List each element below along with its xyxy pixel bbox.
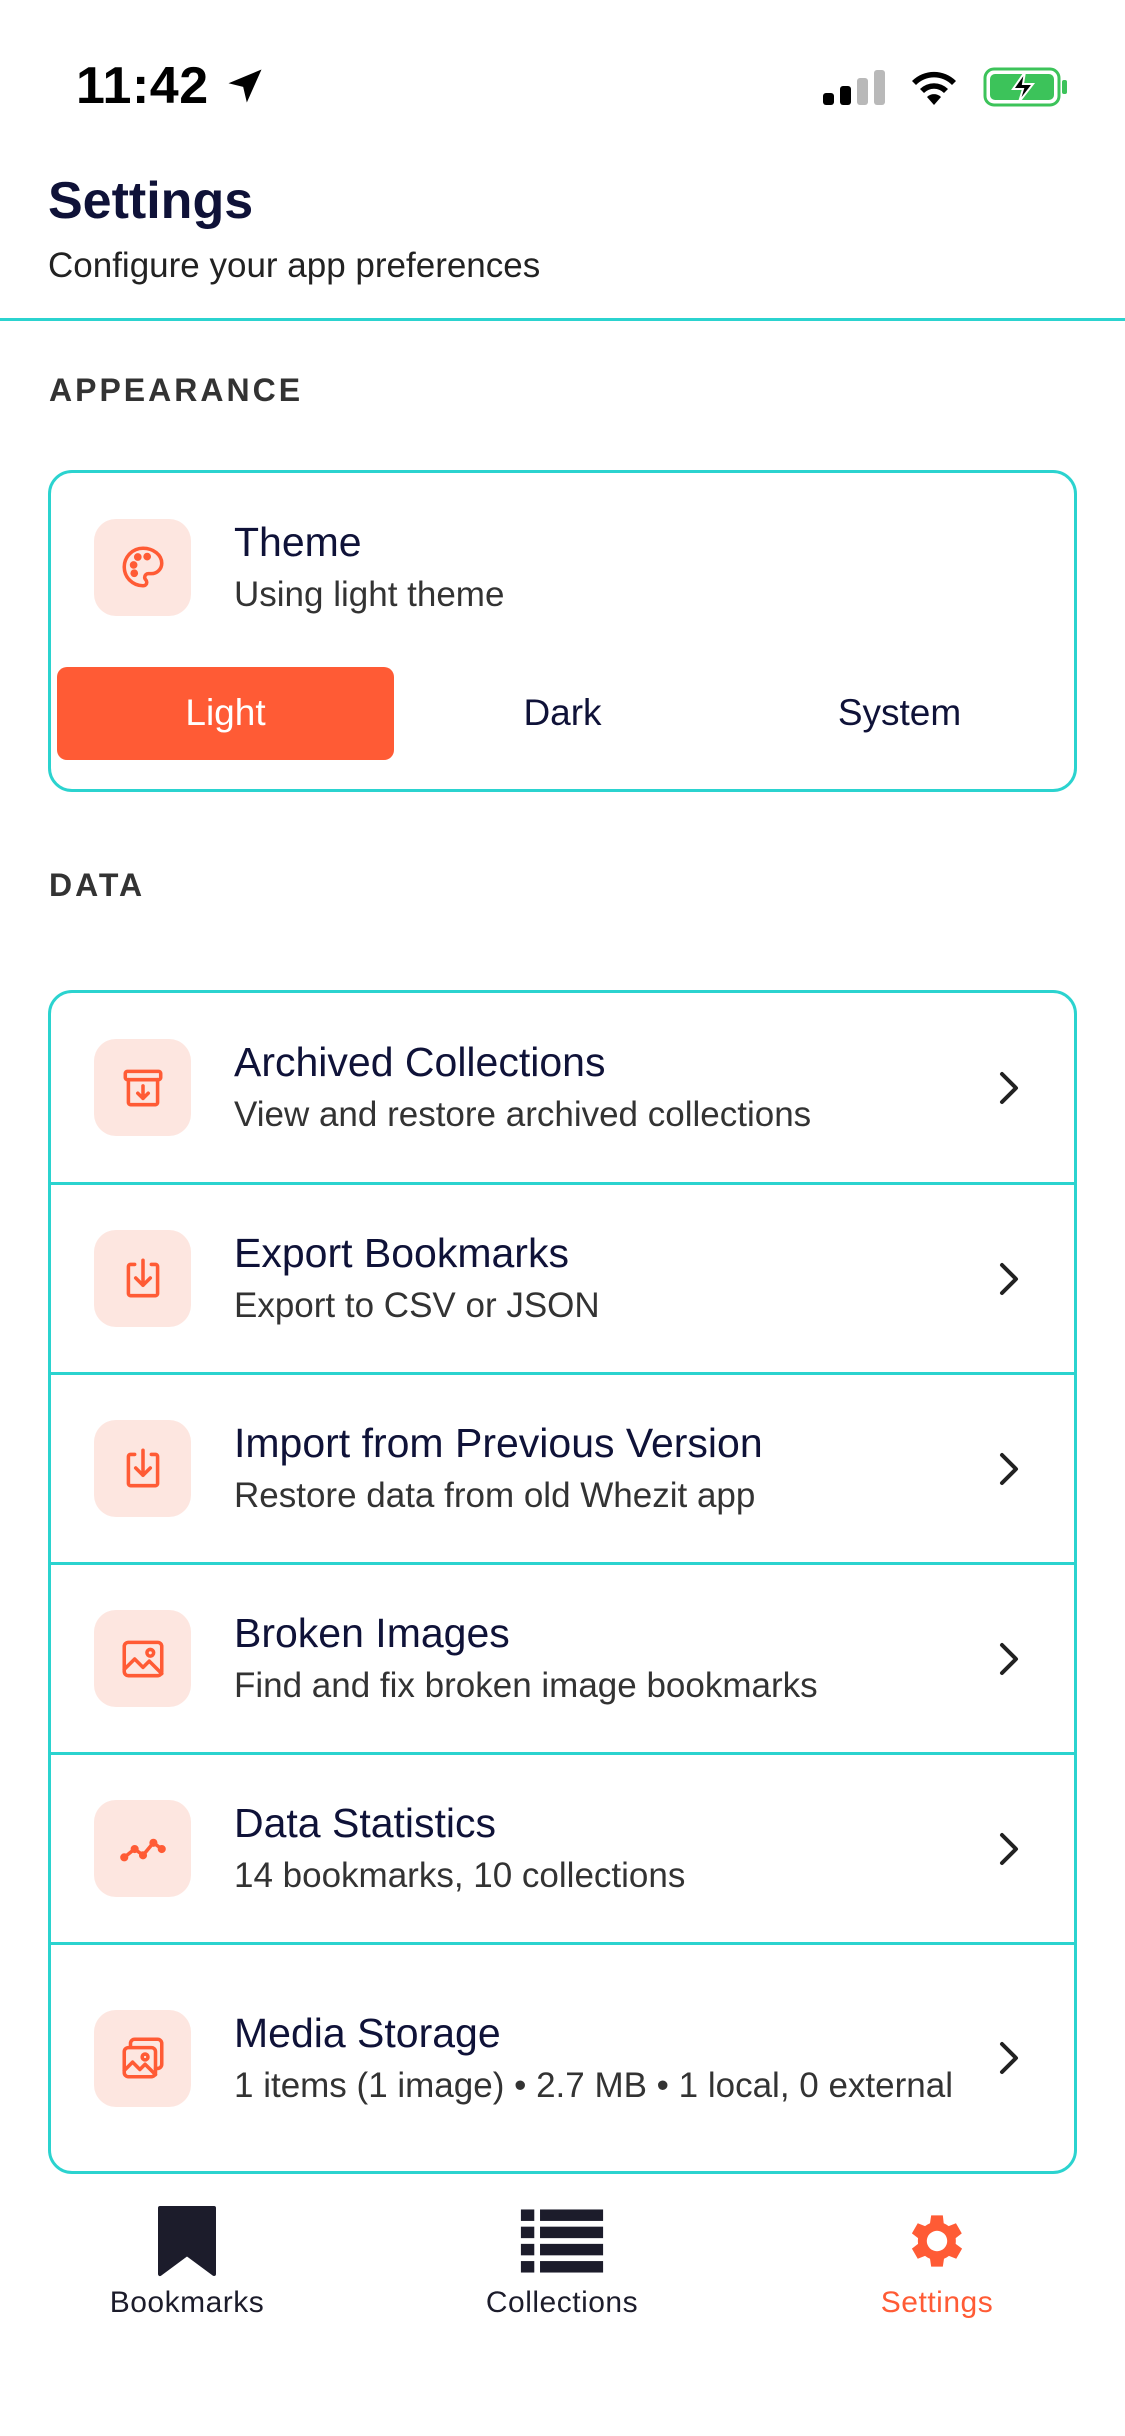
images-icon xyxy=(121,2037,164,2079)
row-broken-images[interactable]: Broken Images Find and fix broken image … xyxy=(51,1562,1074,1752)
row-text: Import from Previous Version Restore dat… xyxy=(234,1419,1074,1518)
chevron-right-icon xyxy=(1000,1452,1018,1485)
row-import-previous-version[interactable]: Import from Previous Version Restore dat… xyxy=(51,1372,1074,1562)
theme-option-dark[interactable]: Dark xyxy=(394,667,731,760)
status-time: 11:42 xyxy=(76,57,209,115)
row-subtitle: 14 bookmarks, 10 collections xyxy=(234,1856,686,1896)
status-time-group: 11:42 xyxy=(76,56,267,116)
status-indicators xyxy=(823,66,1069,108)
row-subtitle: Export to CSV or JSON xyxy=(234,1286,600,1326)
row-title: Media Storage xyxy=(234,2009,501,2056)
location-arrow-icon xyxy=(228,69,262,103)
data-card: Archived Collections View and restore ar… xyxy=(48,990,1077,2174)
theme-card: Theme Using light theme Light Dark Syste… xyxy=(48,470,1077,792)
chevron-right-icon xyxy=(1000,1832,1018,1865)
row-title: Export Bookmarks xyxy=(234,1230,569,1277)
cellular-signal-icon xyxy=(823,69,885,105)
row-text: Broken Images Find and fix broken image … xyxy=(234,1609,1074,1708)
row-subtitle: Find and fix broken image bookmarks xyxy=(234,1666,818,1706)
row-title: Data Statistics xyxy=(234,1800,497,1847)
chevron-right-icon xyxy=(1000,1071,1018,1104)
row-subtitle: 1 items (1 image) • 2.7 MB • 1 local, 0 … xyxy=(234,2065,953,2105)
wifi-icon xyxy=(912,71,956,105)
header-divider xyxy=(0,318,1125,321)
theme-title: Theme xyxy=(234,519,362,565)
broken-images-icon-box xyxy=(94,1610,191,1707)
page-header: Settings Configure your app preferences xyxy=(48,170,1078,286)
image-icon xyxy=(121,1640,164,1677)
row-export-bookmarks[interactable]: Export Bookmarks Export to CSV or JSON xyxy=(51,1182,1074,1372)
row-title: Broken Images xyxy=(234,1610,510,1657)
row-subtitle: View and restore archived collections xyxy=(234,1095,812,1135)
theme-option-system[interactable]: System xyxy=(731,667,1068,760)
theme-text: Theme Using light theme xyxy=(234,518,1074,617)
section-label-appearance: APPEARANCE xyxy=(49,372,304,408)
download-icon xyxy=(126,1447,159,1487)
page-title: Settings xyxy=(48,172,254,230)
row-data-statistics[interactable]: Data Statistics 14 bookmarks, 10 collect… xyxy=(51,1752,1074,1942)
settings-screen: 11:42 Settings Configure your app prefer… xyxy=(0,0,1125,2436)
row-text: Data Statistics 14 bookmarks, 10 collect… xyxy=(234,1799,1074,1898)
chevron-right-icon xyxy=(1000,1262,1018,1295)
tab-label: Bookmarks xyxy=(109,2286,265,2319)
chevron-right-icon xyxy=(1000,1642,1018,1675)
row-title: Archived Collections xyxy=(234,1039,606,1086)
tab-bookmarks[interactable]: Bookmarks xyxy=(37,2190,337,2320)
row-text: Export Bookmarks Export to CSV or JSON xyxy=(234,1229,1074,1328)
status-bar: 11:42 xyxy=(0,0,1125,150)
row-title: Import from Previous Version xyxy=(234,1420,763,1467)
gear-icon xyxy=(911,2215,963,2267)
media-storage-icon-box xyxy=(94,2009,191,2107)
list-icon xyxy=(520,2209,604,2273)
bookmark-icon xyxy=(158,2206,216,2276)
section-label-data: DATA xyxy=(49,867,146,903)
chevron-right-icon xyxy=(1000,2042,1018,2074)
archive-icon-box xyxy=(94,1039,191,1136)
tab-settings[interactable]: Settings xyxy=(787,2190,1087,2320)
trend-icon xyxy=(119,1838,166,1861)
import-icon-box xyxy=(94,1420,191,1517)
row-text: Media Storage 1 items (1 image) • 2.7 MB… xyxy=(234,2009,1074,2108)
tab-collections[interactable]: Collections xyxy=(412,2190,712,2320)
theme-subtitle: Using light theme xyxy=(234,575,505,615)
row-archived-collections[interactable]: Archived Collections View and restore ar… xyxy=(51,993,1074,1182)
row-media-storage[interactable]: Media Storage 1 items (1 image) • 2.7 MB… xyxy=(51,1942,1074,2171)
page-subtitle: Configure your app preferences xyxy=(48,246,541,286)
row-text: Archived Collections View and restore ar… xyxy=(234,1038,1074,1137)
row-subtitle: Restore data from old Whezit app xyxy=(234,1476,756,1516)
theme-header: Theme Using light theme xyxy=(51,473,1074,617)
theme-segmented-control: Light Dark System xyxy=(57,666,1068,760)
tab-bar: Bookmarks Collections Settings xyxy=(0,2190,1125,2350)
palette-icon xyxy=(122,546,164,588)
theme-icon-box xyxy=(94,518,191,616)
theme-option-light[interactable]: Light xyxy=(57,666,394,760)
statistics-icon-box xyxy=(94,1800,191,1897)
battery-charging-icon xyxy=(983,67,1067,107)
export-icon-box xyxy=(94,1230,191,1327)
download-icon xyxy=(126,1257,159,1297)
tab-label: Settings xyxy=(880,2286,994,2319)
archive-icon xyxy=(123,1069,162,1106)
tab-label: Collections xyxy=(485,2286,639,2319)
